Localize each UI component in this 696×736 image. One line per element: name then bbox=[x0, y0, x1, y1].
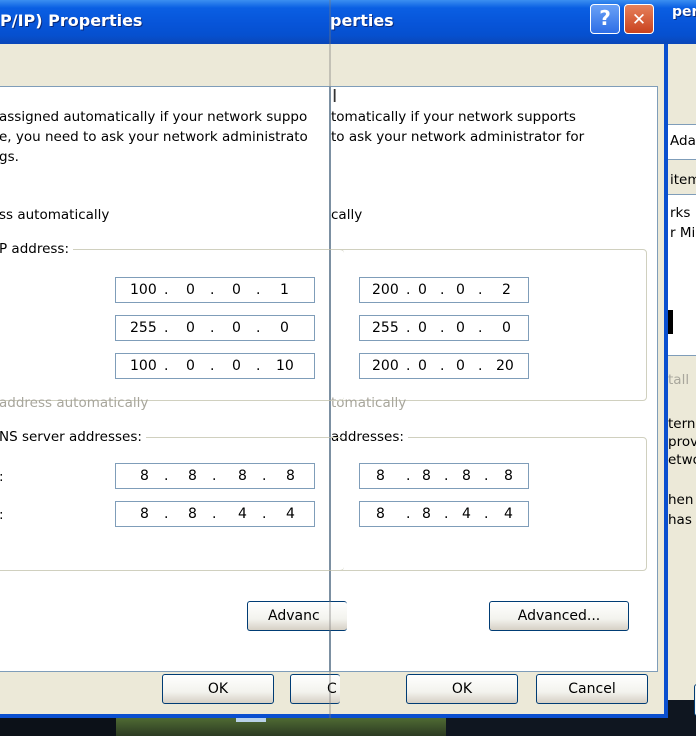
right-general-tab-page: tomatically if your network supports to … bbox=[327, 86, 658, 672]
preferred-dns-field[interactable]: 8. 8. 8. 8 bbox=[115, 463, 315, 489]
capture-seam bbox=[329, 0, 331, 718]
obtain-ip-automatically-radio[interactable]: cally bbox=[331, 207, 362, 223]
list-item-selected bbox=[668, 310, 673, 334]
preferred-dns-label: : bbox=[0, 469, 4, 485]
text-fragment: r Mic bbox=[670, 225, 696, 241]
description-line: assigned automatically if your network s… bbox=[0, 109, 308, 125]
left-general-tab-page: assigned automatically if your network s… bbox=[0, 86, 347, 672]
cancel-button[interactable]: Cancel bbox=[536, 674, 648, 704]
background-window-body: Ada item rks r Mic tall tern prov etwo h… bbox=[668, 44, 696, 716]
right-dialog-client: tomatically if your network supports to … bbox=[327, 44, 664, 714]
adapter-field: Ada bbox=[668, 124, 696, 160]
text-fragment: prov bbox=[668, 434, 696, 450]
text-fragment: rks bbox=[670, 205, 691, 221]
cancel-button[interactable]: C bbox=[290, 674, 340, 704]
use-dns-radio[interactable]: NS server addresses: bbox=[0, 429, 146, 445]
right-dialog-titlebar[interactable]: perties ? ✕ bbox=[330, 0, 668, 44]
ip-address-field[interactable]: 100. 0. 0. 1 bbox=[115, 277, 315, 303]
text-fragment: hen bbox=[668, 492, 694, 508]
alternate-dns-label: : bbox=[0, 507, 4, 523]
subnet-mask-field[interactable]: 255. 0. 0. 0 bbox=[359, 315, 529, 341]
preferred-dns-field[interactable]: 8. 8. 8. 8 bbox=[359, 463, 529, 489]
advanced-button[interactable]: Advanc bbox=[247, 601, 347, 631]
description-line: e, you need to ask your network administ… bbox=[0, 129, 308, 145]
subnet-mask-field[interactable]: 255. 0. 0. 0 bbox=[115, 315, 315, 341]
alternate-dns-field[interactable]: 8. 8. 4. 4 bbox=[359, 501, 529, 527]
items-list[interactable]: rks r Mic bbox=[668, 194, 696, 356]
text-fragment: tern bbox=[668, 416, 696, 432]
help-icon: ? bbox=[599, 6, 611, 30]
obtain-ip-automatically-radio[interactable]: ss automatically bbox=[0, 207, 109, 223]
text-fragment: item bbox=[670, 172, 696, 188]
left-dialog-title: P/IP) Properties bbox=[0, 11, 143, 30]
text-fragment: etwo bbox=[668, 452, 696, 468]
description-line: tomatically if your network supports bbox=[331, 109, 576, 125]
left-dialog-client: assigned automatically if your network s… bbox=[0, 44, 347, 714]
ok-button[interactable]: OK bbox=[162, 674, 274, 704]
alternate-dns-field[interactable]: 8. 8. 4. 4 bbox=[115, 501, 315, 527]
description-line: gs. bbox=[0, 149, 19, 165]
use-ip-radio[interactable]: P address: bbox=[0, 241, 74, 257]
obtain-dns-automatically-radio[interactable]: address automatically bbox=[0, 395, 148, 411]
default-gateway-field[interactable]: 200. 0. 0. 20 bbox=[359, 353, 529, 379]
ibeam-cursor-icon: I bbox=[332, 86, 338, 107]
right-dialog-title: perties bbox=[330, 11, 394, 30]
ip-address-field[interactable]: 200. 0. 0. 2 bbox=[359, 277, 529, 303]
description-line: to ask your network administrator for bbox=[331, 129, 585, 145]
left-dialog-titlebar[interactable]: P/IP) Properties bbox=[0, 0, 330, 44]
text-fragment: has bbox=[668, 512, 692, 528]
background-window-title: per bbox=[672, 4, 696, 20]
help-button[interactable]: ? bbox=[590, 4, 620, 34]
default-gateway-field[interactable]: 100. 0. 0. 10 bbox=[115, 353, 315, 379]
install-button-fragment: tall bbox=[668, 372, 690, 388]
ok-button[interactable]: OK bbox=[406, 674, 518, 704]
close-button[interactable]: ✕ bbox=[624, 4, 654, 34]
close-icon: ✕ bbox=[631, 10, 647, 30]
advanced-button[interactable]: Advanced... bbox=[489, 601, 629, 631]
text-fragment: Ada bbox=[670, 133, 696, 149]
